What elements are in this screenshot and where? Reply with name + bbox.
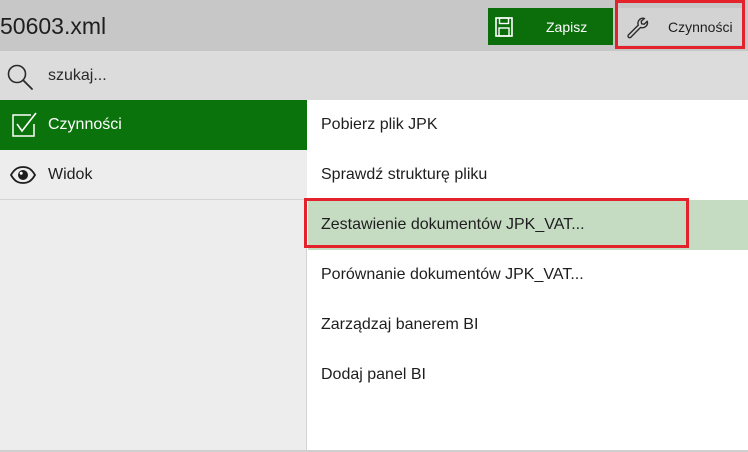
actions-menu: Pobierz plik JPK Sprawdź strukturę pliku… <box>308 100 748 452</box>
floppy-disk-icon <box>495 16 513 37</box>
wrench-icon <box>625 15 649 39</box>
search-input[interactable] <box>48 63 548 89</box>
actions-button[interactable]: Czynności <box>618 8 743 45</box>
menu-item-jpk-vat-compare[interactable]: Porównanie dokumentów JPK_VAT... <box>308 250 748 300</box>
menu-item-add-bi-panel[interactable]: Dodaj panel BI <box>308 350 748 400</box>
sidebar-item-widok[interactable]: Widok <box>0 150 307 200</box>
sidebar-item-label: Czynności <box>48 116 122 133</box>
checkbox-check-icon <box>10 111 38 139</box>
sidebar: Czynności Widok <box>0 100 307 452</box>
save-button-label: Zapisz <box>546 18 588 35</box>
menu-item-check-structure[interactable]: Sprawdź strukturę pliku <box>308 150 748 200</box>
search-bar <box>0 51 748 100</box>
save-button[interactable]: Zapisz <box>488 8 613 45</box>
sidebar-item-czynnosci[interactable]: Czynności <box>0 100 307 150</box>
eye-icon <box>10 165 36 184</box>
menu-item-download-jpk[interactable]: Pobierz plik JPK <box>308 100 748 150</box>
header-bar: 50603.xml Zapisz Czynności <box>0 0 748 51</box>
sidebar-item-label: Widok <box>48 165 93 183</box>
app-window: 50603.xml Zapisz Czynności szukaj... Czy… <box>0 0 748 452</box>
document-title: 50603.xml <box>0 13 107 39</box>
actions-button-label: Czynności <box>668 18 733 35</box>
menu-item-jpk-vat-summary[interactable]: Zestawienie dokumentów JPK_VAT... <box>308 200 748 250</box>
menu-item-manage-bi-banner[interactable]: Zarządzaj banerem BI <box>308 300 748 350</box>
search-icon <box>6 63 34 96</box>
